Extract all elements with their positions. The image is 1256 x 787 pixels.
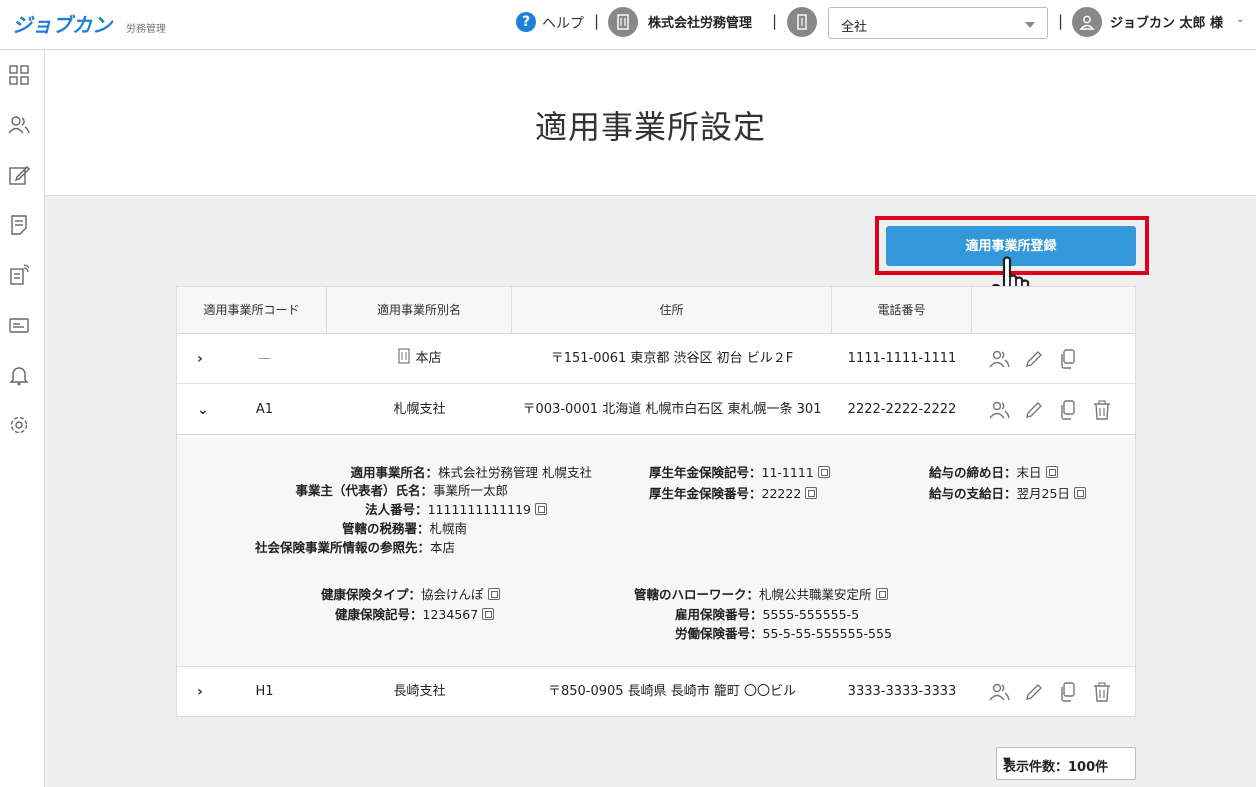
caret-down-icon: ▼ — [1003, 756, 1011, 767]
office-table: 適用事業所コード 適用事業所別名 住所 電話番号 › — 本店 〒151-006… — [176, 286, 1136, 717]
edit-icon[interactable] — [8, 164, 30, 186]
office-select[interactable]: 全社 — [828, 7, 1048, 39]
app-logo[interactable]: ジョブカン — [12, 9, 112, 38]
collapse-chevron-icon[interactable]: ⌄ — [197, 385, 209, 435]
office-alias-text: 本店 — [415, 351, 442, 366]
users-icon[interactable] — [8, 114, 30, 136]
office-code: — — [258, 351, 271, 366]
pencil-icon[interactable] — [1023, 348, 1045, 370]
company-name: 株式会社労務管理 — [648, 16, 753, 31]
table-header: 適用事業所コード 適用事業所別名 住所 電話番号 — [177, 287, 1135, 334]
help-icon[interactable]: ? — [516, 12, 536, 32]
column-header-actions — [972, 287, 1135, 334]
copy-icon[interactable] — [1057, 681, 1079, 703]
copy-icon[interactable] — [535, 503, 547, 515]
detail-employment-insurance: 雇用保険番号：5555-555555-5 — [675, 607, 860, 622]
detail-owner: 事業主（代表者）氏名：事業所一太郎 — [295, 483, 508, 498]
top-header: ジョブカン 労務管理 ? ヘルプ | 株式会社労務管理 | 全社 | ジョブカン… — [0, 0, 1256, 50]
office-phone: 1111-1111-1111 — [847, 351, 957, 366]
detail-closing-day: 給与の締め日：末日 — [929, 462, 1058, 481]
users-icon[interactable] — [989, 399, 1011, 421]
copy-icon[interactable] — [1057, 399, 1079, 421]
pencil-icon[interactable] — [1023, 399, 1045, 421]
office-address: 〒003-0001 北海道 札幌市白石区 東札幌一条 301 — [522, 402, 822, 417]
copy-icon[interactable] — [1057, 348, 1079, 370]
document-icon[interactable] — [8, 214, 30, 236]
e-filing-icon[interactable] — [8, 264, 30, 286]
copy-icon[interactable] — [482, 608, 495, 620]
detail-corp-no: 法人番号：1111111111119 — [177, 499, 547, 518]
header-separator: | — [772, 12, 778, 30]
detail-office-name: 適用事業所名：株式会社労務管理 札幌支社 — [350, 465, 593, 480]
users-icon[interactable] — [989, 348, 1011, 370]
detail-hello-work: 管轄のハローワーク：札幌公共職業安定所 — [634, 584, 888, 603]
table-row[interactable]: ⌄ A1 札幌支社 〒003-0001 北海道 札幌市白石区 東札幌一条 301… — [177, 385, 1135, 435]
column-header-phone: 電話番号 — [832, 287, 972, 334]
dashboard-icon[interactable] — [8, 64, 30, 86]
sidebar — [0, 50, 45, 787]
per-page-select[interactable]: 表示件数：100件 ▼ — [996, 747, 1136, 780]
office-phone: 2222-2222-2222 — [847, 402, 957, 417]
pencil-icon[interactable] — [1023, 681, 1045, 703]
office-alias: 本店 — [327, 334, 512, 384]
expand-chevron-icon[interactable]: › — [197, 667, 203, 717]
header-separator: | — [594, 12, 600, 30]
office-alias: 長崎支社 — [393, 684, 446, 699]
bell-icon[interactable] — [8, 364, 30, 386]
copy-icon[interactable] — [805, 487, 818, 499]
column-header-address: 住所 — [512, 287, 832, 334]
table-row[interactable]: › — 本店 〒151-0061 東京都 渋谷区 初台 ビル２F 1111-11… — [177, 334, 1135, 384]
office-icon — [787, 7, 817, 37]
copy-icon[interactable] — [817, 466, 830, 478]
copy-icon[interactable] — [1073, 487, 1086, 499]
building-icon — [608, 7, 638, 37]
office-select-value: 全社 — [841, 20, 868, 35]
gear-icon[interactable] — [8, 414, 30, 436]
detail-payday: 給与の支給日：翌月25日 — [929, 483, 1086, 502]
title-area: 適用事業所設定 — [45, 50, 1256, 196]
id-card-icon[interactable] — [8, 314, 30, 336]
detail-pension-sym: 厚生年金保険記号：11-1111 — [649, 462, 830, 481]
detail-tax-office: 管轄の税務署：札幌南 — [341, 521, 467, 536]
copy-icon[interactable] — [487, 588, 500, 600]
office-phone: 3333-3333-3333 — [847, 684, 957, 699]
header-separator: | — [1058, 12, 1064, 30]
table-row[interactable]: › H1 長崎支社 〒850-0905 長崎県 長崎市 籠町 〇〇ビル 3333… — [177, 667, 1135, 717]
office-address: 〒151-0061 東京都 渋谷区 初台 ビル２F — [550, 351, 794, 366]
detail-pension-no: 厚生年金保険番号：22222 — [649, 483, 818, 502]
chevron-down-icon[interactable]: ⌄ — [1236, 14, 1244, 25]
column-header-alias: 適用事業所別名 — [327, 287, 512, 334]
detail-ref: 社会保険事業所情報の参照先：本店 — [254, 540, 455, 555]
trash-icon[interactable] — [1091, 399, 1113, 421]
users-icon[interactable] — [989, 681, 1011, 703]
copy-icon[interactable] — [875, 588, 888, 600]
page-title: 適用事業所設定 — [534, 108, 766, 146]
detail-health-type: 健康保険タイプ：協会けんぽ — [321, 584, 500, 603]
detail-health-sym: 健康保険記号：1234567 — [335, 604, 495, 623]
office-address: 〒850-0905 長崎県 長崎市 籠町 〇〇ビル — [547, 684, 797, 699]
expand-chevron-icon[interactable]: › — [197, 334, 203, 384]
copy-icon[interactable] — [1045, 466, 1058, 478]
office-code: A1 — [255, 402, 274, 417]
user-name[interactable]: ジョブカン 太郎 様 — [1110, 12, 1223, 31]
column-header-code: 適用事業所コード — [177, 287, 327, 334]
chevron-down-icon — [1025, 22, 1035, 28]
detail-labor-insurance: 労働保険番号：55-5-55-555555-555 — [675, 626, 892, 641]
user-avatar-icon[interactable] — [1072, 7, 1102, 37]
office-code: H1 — [255, 684, 274, 699]
trash-icon[interactable] — [1091, 681, 1113, 703]
app-logo-sub: 労務管理 — [126, 24, 166, 35]
help-link[interactable]: ヘルプ — [542, 13, 584, 33]
office-detail-panel: 適用事業所名：株式会社労務管理 札幌支社 事業主（代表者）氏名：事業所一太郎 法… — [177, 437, 1135, 667]
office-alias: 札幌支社 — [393, 402, 446, 417]
building-icon — [398, 348, 411, 364]
